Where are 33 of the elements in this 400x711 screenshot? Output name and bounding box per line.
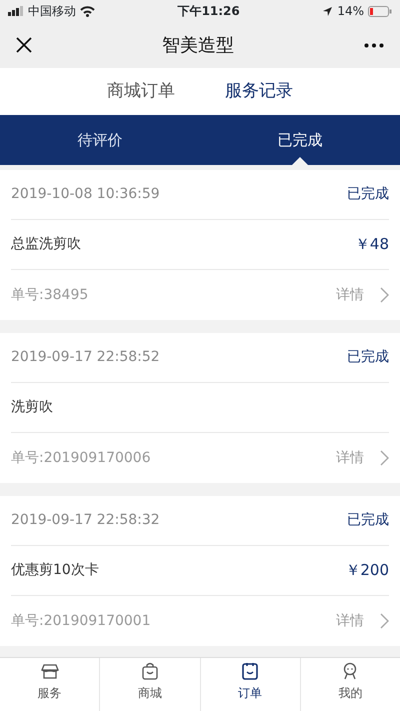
price: ￥48 (354, 234, 389, 256)
wifi-icon (80, 6, 95, 16)
shop-icon (40, 662, 59, 680)
order-number: 单号:201909170006 (11, 448, 151, 468)
clipboard-icon (241, 662, 260, 680)
clock-time: 下午11:26 (178, 3, 240, 20)
order-number: 单号:38495 (11, 286, 88, 304)
order-datetime: 2019-10-08 10:36:59 (11, 185, 160, 204)
service-name: 优惠剪10次卡 (11, 561, 99, 580)
service-name: 洗剪吹 (11, 398, 53, 417)
close-icon[interactable] (16, 37, 32, 53)
price: ￥200 (345, 560, 389, 582)
tab[interactable]: 商城订单 (107, 78, 175, 104)
service-name: 总监洗剪吹 (11, 235, 81, 254)
chevron-right-icon[interactable] (380, 287, 389, 303)
battery-percent: 14% (337, 3, 364, 20)
order-status: 已完成 (347, 511, 389, 530)
battery-icon (368, 6, 392, 16)
location-arrow-icon (322, 6, 334, 16)
tab[interactable]: 待评价 (0, 115, 200, 165)
chevron-right-icon[interactable] (380, 450, 389, 466)
order-status: 已完成 (347, 348, 389, 367)
order-number: 单号:201909170001 (11, 612, 151, 630)
page-title: 智美造型 (162, 34, 234, 58)
order-datetime: 2019-09-17 22:58:32 (11, 511, 160, 530)
order-datetime: 2019-09-17 22:58:52 (11, 348, 160, 367)
order-status: 已完成 (347, 185, 389, 204)
tab[interactable]: 服务记录 (225, 78, 293, 104)
chevron-right-icon[interactable] (380, 613, 389, 629)
signal-icon (8, 6, 24, 16)
more-icon[interactable] (364, 42, 384, 48)
shopping-bag-icon (140, 662, 159, 680)
carrier-name: 中国移动 (28, 3, 76, 20)
